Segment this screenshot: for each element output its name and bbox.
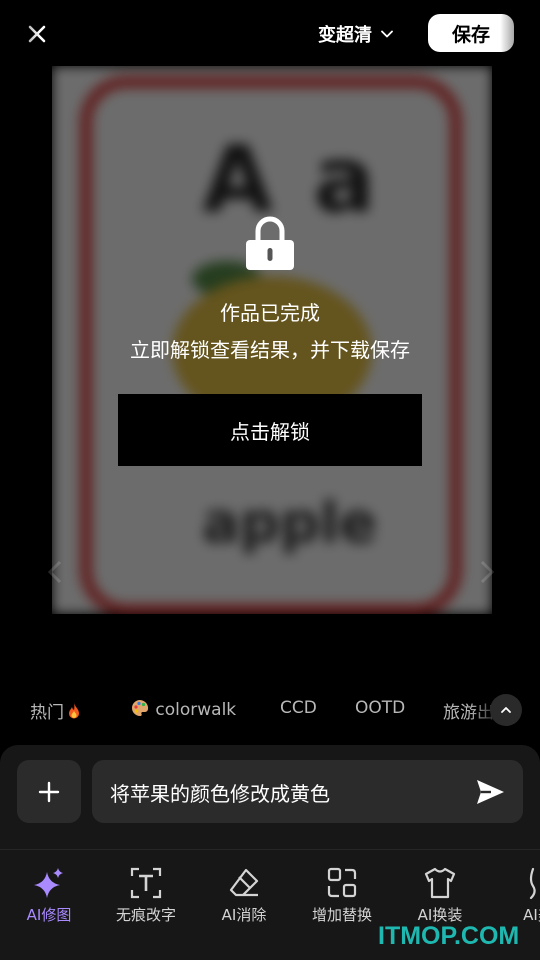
eraser-icon [229,868,259,897]
next-image-button[interactable] [466,552,506,592]
close-button[interactable] [22,19,52,49]
save-button[interactable]: 保存 [428,14,514,52]
add-image-button[interactable] [17,760,81,823]
tag-colorwalk[interactable]: colorwalk [130,698,236,720]
chevron-down-icon [381,30,393,38]
tool-ai-retouch[interactable]: AI修图 [1,866,97,925]
shirt-icon [424,867,456,899]
tool-add-replace[interactable]: 增加替换 [294,866,390,925]
chevron-right-icon [480,560,495,584]
sparkle-icon [34,868,63,898]
plus-icon [38,781,60,802]
unlock-title: 作品已完成 [220,301,320,325]
send-icon [477,780,504,804]
style-tags: 热门 colorwalk CCD OOTD 旅游出 [0,690,540,730]
palette-icon [132,700,149,716]
chevron-left-icon [47,560,62,584]
text-replace-icon [130,867,162,899]
expand-tags-button[interactable] [490,694,522,726]
fire-icon [69,703,79,719]
quality-label: 变超清 [318,25,372,46]
lock-icon [244,214,296,272]
tag-hot[interactable]: 热门 [30,698,84,723]
tool-ai-body[interactable]: AI美 [490,866,540,925]
tool-ai-erase[interactable]: AI消除 [196,866,292,925]
prompt-text: 将苹果的颜色修改成黄色 [110,782,330,806]
chevron-up-icon [501,707,511,713]
tool-ai-outfit[interactable]: AI换装 [392,866,488,925]
close-icon [28,25,46,43]
send-button[interactable] [474,777,506,807]
shapes-icon [327,867,357,898]
unlock-subtitle: 立即解锁查看结果，并下载保存 [130,338,410,362]
tag-ccd[interactable]: CCD [280,698,317,718]
quality-dropdown[interactable]: 变超清 [318,18,394,50]
top-bar: 变超清 保存 [0,0,540,66]
tag-ootd[interactable]: OOTD [355,698,405,718]
tool-text-replace[interactable]: 无痕改字 [98,866,194,925]
prev-image-button[interactable] [36,552,76,592]
prompt-input[interactable]: 将苹果的颜色修改成黄色 [92,760,523,823]
watermark: ITMOP.COM [378,922,520,950]
unlock-button[interactable]: 点击解锁 [118,394,422,466]
body-icon [529,867,536,900]
